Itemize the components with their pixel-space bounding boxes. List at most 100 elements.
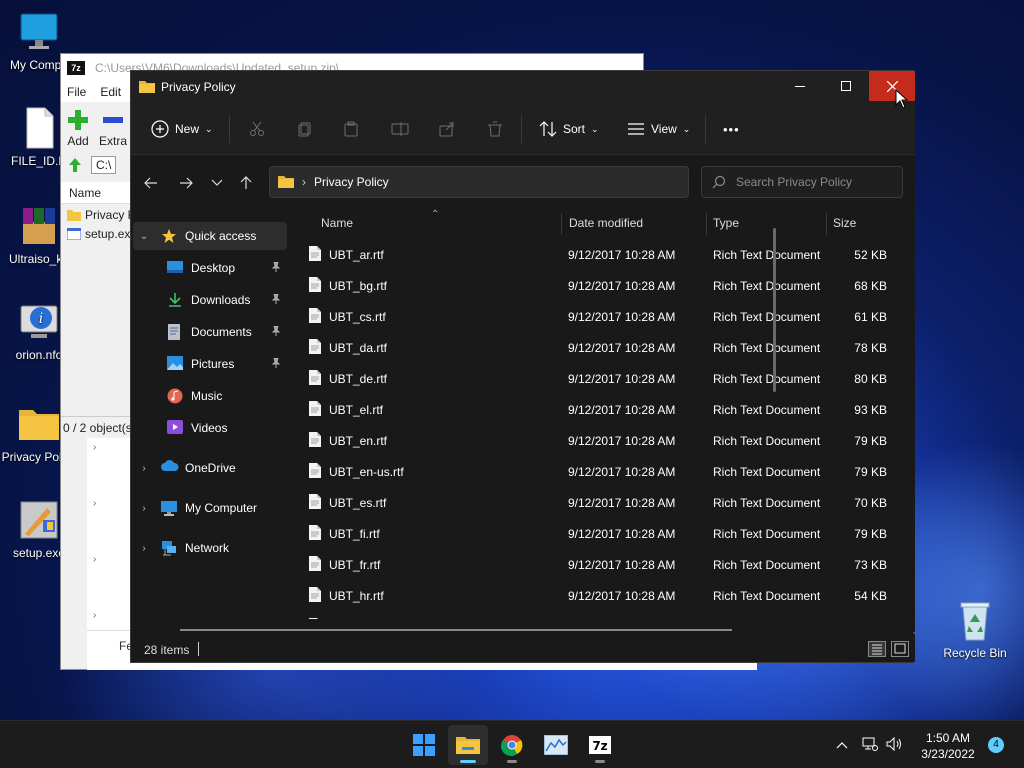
file-date: 9/12/2017 10:28 AM [568, 589, 676, 603]
sort-button[interactable]: Sort ⌄ [539, 117, 599, 141]
chrome-icon [501, 735, 523, 756]
nav-item-videos[interactable]: Videos [133, 414, 287, 442]
volume-tray-icon[interactable] [886, 736, 904, 754]
nav-item-desktop[interactable]: Desktop [133, 254, 287, 282]
explorer-titlebar[interactable]: Privacy Policy [131, 71, 915, 103]
nav-item-onedrive[interactable]: › OneDrive [133, 454, 287, 482]
paste-icon [344, 121, 358, 137]
back-button[interactable] [139, 171, 163, 195]
videos-icon [167, 420, 185, 436]
address-path[interactable]: Privacy Policy [314, 175, 389, 189]
file-row[interactable]: UBT_el.rtf 9/12/2017 10:28 AM Rich Text Do… [301, 394, 901, 424]
file-row-partial[interactable] [301, 611, 901, 619]
forward-button[interactable] [174, 171, 198, 195]
file-row[interactable]: UBT_da.rtf 9/12/2017 10:28 AM Rich Text Do… [301, 332, 901, 362]
start-button[interactable] [404, 725, 444, 765]
new-button[interactable]: New ⌄ [151, 117, 213, 141]
menu-file[interactable]: File [67, 85, 86, 99]
nav-item-downloads[interactable]: Downloads [133, 286, 287, 314]
clock-date: 3/23/2022 [921, 747, 975, 761]
file-name: UBT_da.rtf [329, 341, 388, 355]
pin-icon[interactable] [271, 293, 281, 307]
nav-item-music[interactable]: Music [133, 382, 287, 410]
search-input[interactable] [736, 175, 896, 189]
nav-item-quick-access[interactable]: ⌄ Quick access [133, 222, 287, 250]
separator [521, 115, 522, 143]
cut-button[interactable] [249, 117, 265, 141]
column-date-modified[interactable]: Date modified [563, 209, 705, 237]
address-bar[interactable]: › Privacy Policy [269, 166, 814, 198]
file-size: 79 KB [854, 527, 887, 541]
file-row[interactable]: UBT_de.rtf 9/12/2017 10:28 AM Rich Text Do… [301, 363, 901, 393]
pin-icon[interactable] [271, 261, 281, 275]
rtf-file-icon [309, 494, 321, 512]
notification-badge[interactable]: 4 [988, 737, 1004, 753]
file-row[interactable]: UBT_cs.rtf 9/12/2017 10:28 AM Rich Text Do… [301, 301, 901, 331]
taskbar-7zip[interactable]: 7z [580, 725, 620, 765]
file-row[interactable]: UBT_en.rtf 9/12/2017 10:28 AM Rich Text Do… [301, 425, 901, 455]
7zip-row[interactable]: setup.exe [67, 227, 137, 241]
maximize-button[interactable] [823, 71, 869, 101]
rename-button[interactable] [391, 117, 409, 141]
file-type: Rich Text Document [713, 558, 821, 572]
file-row[interactable]: UBT_fi.rtf 9/12/2017 10:28 AM Rich Text Do… [301, 518, 901, 548]
file-size: 79 KB [854, 434, 887, 448]
copy-button[interactable] [297, 117, 313, 141]
minimize-button[interactable] [777, 71, 823, 101]
file-size: 70 KB [854, 496, 887, 510]
file-type: Rich Text Document [713, 341, 821, 355]
recent-locations-button[interactable] [205, 171, 229, 195]
column-type[interactable]: Type [707, 209, 825, 237]
delete-button[interactable] [487, 117, 503, 141]
horizontal-scrollbar[interactable] [180, 629, 732, 631]
file-type: Rich Text Document [713, 465, 821, 479]
chevron-right-icon[interactable]: › [93, 610, 96, 621]
large-icons-view-button[interactable] [891, 641, 909, 657]
file-row[interactable]: UBT_bg.rtf 9/12/2017 10:28 AM Rich Text Do… [301, 270, 901, 300]
up-button[interactable] [234, 171, 258, 195]
show-hidden-icons-button[interactable] [836, 738, 848, 752]
nav-item-network[interactable]: › Network [133, 534, 287, 562]
chevron-right-icon[interactable]: › [93, 442, 96, 453]
file-row[interactable]: UBT_ar.rtf 9/12/2017 10:28 AM Rich Text Do… [301, 239, 901, 269]
file-name: UBT_ar.rtf [329, 248, 384, 262]
paste-button[interactable] [343, 117, 359, 141]
file-row[interactable]: UBT_hr.rtf 9/12/2017 10:28 AM Rich Text Do… [301, 580, 901, 610]
nav-item-pictures[interactable]: Pictures [133, 350, 287, 378]
share-button[interactable] [439, 117, 455, 141]
column-divider[interactable] [561, 213, 562, 235]
taskbar-chrome[interactable] [492, 725, 532, 765]
extract-button[interactable]: Extra [99, 109, 127, 148]
file-row[interactable]: UBT_fr.rtf 9/12/2017 10:28 AM Rich Text Do… [301, 549, 901, 579]
rtf-file-icon [309, 401, 321, 419]
pin-icon[interactable] [271, 325, 281, 339]
details-view-button[interactable] [868, 641, 886, 657]
taskbar-file-explorer[interactable] [448, 725, 488, 765]
star-icon [161, 228, 179, 244]
nav-item-my-computer[interactable]: › My Computer [133, 494, 287, 522]
7zip-row[interactable]: Privacy P [67, 208, 136, 222]
taskbar-task-manager[interactable] [536, 725, 576, 765]
file-type: Rich Text Document [713, 527, 821, 541]
taskbar: 7z 1:50 AM 3/23/2022 4 [0, 720, 1024, 768]
pin-icon[interactable] [271, 357, 281, 371]
search-box[interactable] [701, 166, 903, 198]
file-row[interactable]: UBT_es.rtf 9/12/2017 10:28 AM Rich Text Do… [301, 487, 901, 517]
file-explorer-window[interactable]: Privacy Policy New ⌄ Sort ⌄ View ⌄ ••• ›… [130, 70, 915, 663]
view-button[interactable]: View ⌄ [627, 117, 690, 141]
add-button[interactable]: Add [67, 109, 89, 148]
menu-edit[interactable]: Edit [100, 85, 121, 99]
network-tray-icon[interactable] [862, 737, 878, 754]
clock[interactable]: 1:50 AM 3/23/2022 [910, 730, 986, 762]
chevron-right-icon[interactable]: › [93, 554, 96, 565]
nav-item-documents[interactable]: Documents [133, 318, 287, 346]
file-row[interactable]: UBT_en-us.rtf 9/12/2017 10:28 AM Rich Text… [301, 456, 901, 486]
rtf-file-icon [309, 370, 321, 388]
separator [198, 642, 199, 656]
chevron-right-icon[interactable]: › [93, 498, 96, 509]
rename-icon [391, 122, 409, 136]
more-options-button[interactable]: ••• [723, 117, 740, 141]
vertical-scrollbar[interactable] [773, 228, 776, 392]
column-size[interactable]: Size [827, 209, 897, 237]
desktop-icon-recycle-bin[interactable]: Recycle Bin [935, 598, 1015, 660]
